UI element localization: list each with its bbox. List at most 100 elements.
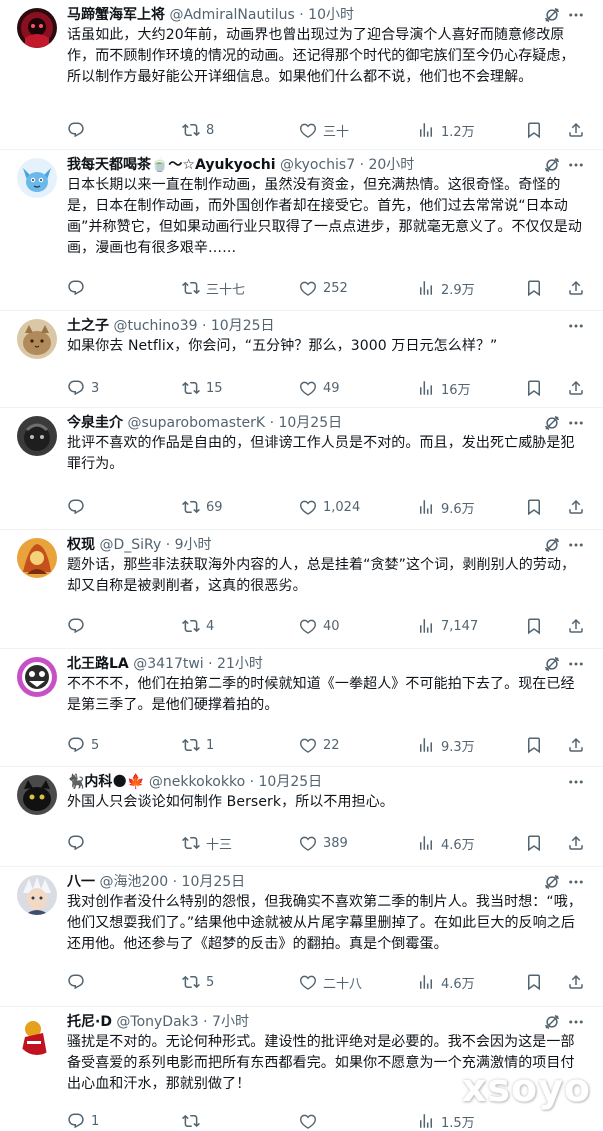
retweet-button[interactable]: 8 bbox=[182, 120, 214, 140]
reply-tweet[interactable]: 马蹄蟹海军上将 @AdmiralNautilus · 10小时 话虽如此，大约2… bbox=[0, 0, 603, 150]
views-button[interactable]: 4.6万 bbox=[417, 833, 475, 853]
reply-tweet[interactable]: 八一 @海池200 · 10月25日 我对创作者没什么特别的怨恨，但我确实不喜欢… bbox=[0, 867, 603, 1007]
more-icon[interactable] bbox=[567, 156, 585, 174]
share-button[interactable] bbox=[567, 616, 585, 636]
bookmark-button[interactable] bbox=[525, 833, 543, 853]
share-button[interactable] bbox=[567, 833, 585, 853]
retweet-button[interactable]: 三十七 bbox=[182, 278, 245, 298]
share-button[interactable] bbox=[567, 972, 585, 992]
more-icon[interactable] bbox=[567, 873, 585, 891]
reply-tweet[interactable]: 北王路LA @3417twi · 21小时 不不不不，他们在拍第二季的时候就知道… bbox=[0, 649, 603, 767]
display-name[interactable]: 土之子 bbox=[67, 318, 109, 334]
reply-button[interactable]: 1 bbox=[67, 1111, 99, 1131]
grok-icon[interactable] bbox=[543, 655, 561, 673]
views-button[interactable]: 7,147 bbox=[417, 616, 478, 636]
display-name[interactable]: 权现 bbox=[67, 537, 95, 553]
display-name[interactable]: 托尼·D bbox=[67, 1014, 112, 1030]
like-button[interactable]: 252 bbox=[299, 278, 348, 298]
timestamp[interactable]: 21小时 bbox=[217, 656, 263, 672]
views-button[interactable]: 9.3万 bbox=[417, 735, 475, 755]
display-name[interactable]: 今泉圭介 bbox=[67, 415, 123, 431]
avatar[interactable] bbox=[17, 775, 57, 815]
retweet-button[interactable]: 69 bbox=[182, 497, 223, 517]
avatar[interactable] bbox=[17, 657, 57, 697]
retweet-button[interactable]: 15 bbox=[182, 378, 223, 398]
views-button[interactable]: 9.6万 bbox=[417, 497, 475, 517]
reply-tweet[interactable]: 🐈‍⬛内科🌑🍁 @nekkokokko · 10月25日 外国人只会谈论如何制作… bbox=[0, 767, 603, 867]
reply-tweet[interactable]: 今泉圭介 @suparobomasterK · 10月25日 批评不喜欢的作品是… bbox=[0, 408, 603, 530]
reply-button[interactable]: 3 bbox=[67, 378, 99, 398]
bookmark-button[interactable] bbox=[525, 120, 543, 140]
timestamp[interactable]: 10月25日 bbox=[211, 318, 275, 334]
views-button[interactable]: 1.5万 bbox=[417, 1111, 475, 1131]
like-button[interactable]: 389 bbox=[299, 833, 348, 853]
reply-tweet[interactable]: 权现 @D_SiRy · 9小时 题外话，那些非法获取海外内容的人，总是挂着“贪… bbox=[0, 530, 603, 649]
reply-tweet[interactable]: 我每天都喝茶🍵〜☆Ayukyochi @kyochis7 · 20小时 日本长期… bbox=[0, 150, 603, 311]
avatar[interactable] bbox=[17, 319, 57, 359]
grok-icon[interactable] bbox=[543, 156, 561, 174]
like-button[interactable]: 三十 bbox=[299, 120, 349, 140]
views-button[interactable]: 1.2万 bbox=[417, 120, 475, 140]
retweet-button[interactable] bbox=[182, 1111, 206, 1131]
more-icon[interactable] bbox=[567, 773, 585, 791]
share-button[interactable] bbox=[567, 120, 585, 140]
bookmark-button[interactable] bbox=[525, 972, 543, 992]
like-button[interactable]: 二十八 bbox=[299, 972, 362, 992]
avatar[interactable] bbox=[17, 538, 57, 578]
bookmark-button[interactable] bbox=[525, 278, 543, 298]
timestamp[interactable]: 20小时 bbox=[368, 157, 414, 173]
retweet-button[interactable]: 5 bbox=[182, 972, 214, 992]
reply-button[interactable] bbox=[67, 833, 91, 853]
like-button[interactable] bbox=[299, 1111, 323, 1131]
bookmark-button[interactable] bbox=[525, 497, 543, 517]
display-name[interactable]: 🐈‍⬛内科🌑🍁 bbox=[67, 774, 144, 790]
views-button[interactable]: 16万 bbox=[417, 378, 471, 398]
timestamp[interactable]: 10月25日 bbox=[182, 874, 246, 890]
user-handle[interactable]: @3417twi bbox=[133, 656, 203, 672]
user-handle[interactable]: @kyochis7 bbox=[280, 157, 355, 173]
bookmark-button[interactable] bbox=[525, 735, 543, 755]
user-handle[interactable]: @D_SiRy bbox=[99, 537, 161, 553]
timestamp[interactable]: 10月25日 bbox=[278, 415, 342, 431]
more-icon[interactable] bbox=[567, 414, 585, 432]
reply-button[interactable] bbox=[67, 278, 91, 298]
grok-icon[interactable] bbox=[543, 873, 561, 891]
user-handle[interactable]: @AdmiralNautilus bbox=[169, 7, 294, 23]
user-handle[interactable]: @tuchino39 bbox=[113, 318, 197, 334]
views-button[interactable]: 2.9万 bbox=[417, 278, 475, 298]
avatar[interactable] bbox=[17, 1015, 57, 1055]
share-button[interactable] bbox=[567, 378, 585, 398]
bookmark-button[interactable] bbox=[525, 616, 543, 636]
more-icon[interactable] bbox=[567, 536, 585, 554]
avatar[interactable] bbox=[17, 8, 57, 48]
avatar[interactable] bbox=[17, 875, 57, 915]
grok-icon[interactable] bbox=[543, 414, 561, 432]
avatar[interactable] bbox=[17, 416, 57, 456]
reply-button[interactable] bbox=[67, 120, 91, 140]
retweet-button[interactable]: 十三 bbox=[182, 833, 232, 853]
user-handle[interactable]: @nekkokokko bbox=[149, 774, 245, 790]
display-name[interactable]: 马蹄蟹海军上将 bbox=[67, 7, 165, 23]
timestamp[interactable]: 7小时 bbox=[212, 1014, 249, 1030]
like-button[interactable]: 40 bbox=[299, 616, 340, 636]
share-button[interactable] bbox=[567, 278, 585, 298]
reply-button[interactable] bbox=[67, 497, 91, 517]
grok-icon[interactable] bbox=[543, 1013, 561, 1031]
avatar[interactable] bbox=[17, 158, 57, 198]
grok-icon[interactable] bbox=[543, 6, 561, 24]
reply-button[interactable] bbox=[67, 616, 91, 636]
user-handle[interactable]: @TonyDak3 bbox=[116, 1014, 198, 1030]
display-name[interactable]: 北王路LA bbox=[67, 656, 129, 672]
like-button[interactable]: 1,024 bbox=[299, 497, 360, 517]
more-icon[interactable] bbox=[567, 655, 585, 673]
more-icon[interactable] bbox=[567, 317, 585, 335]
like-button[interactable]: 22 bbox=[299, 735, 340, 755]
timestamp[interactable]: 10小时 bbox=[308, 7, 354, 23]
bookmark-button[interactable] bbox=[525, 378, 543, 398]
retweet-button[interactable]: 1 bbox=[182, 735, 214, 755]
timestamp[interactable]: 9小时 bbox=[175, 537, 212, 553]
more-icon[interactable] bbox=[567, 1013, 585, 1031]
views-button[interactable]: 4.6万 bbox=[417, 972, 475, 992]
user-handle[interactable]: @suparobomasterK bbox=[127, 415, 265, 431]
user-handle[interactable]: @海池200 bbox=[99, 874, 168, 890]
